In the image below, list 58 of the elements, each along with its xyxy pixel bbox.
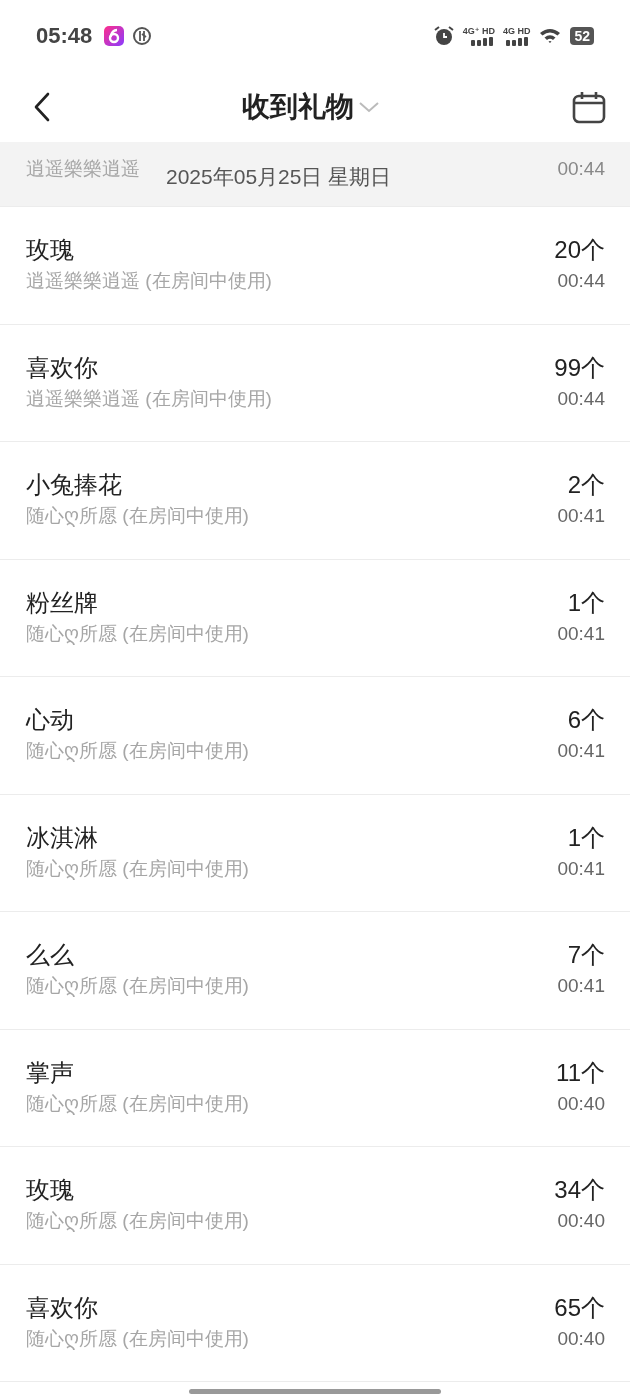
date-label: 2025年05月25日 星期日 [166, 164, 392, 190]
network-label: 4G⁺ HD [462, 26, 495, 36]
signal-icon [470, 37, 495, 46]
sender-name: 随心ღ所愿 (在房间中使用) [26, 621, 249, 646]
gift-time: 00:44 [557, 158, 605, 180]
sender-name: 逍遥樂樂逍遥 (在房间中使用) [26, 269, 272, 293]
gift-count: 65个 [554, 1292, 605, 1323]
gift-name: 粉丝牌 [26, 587, 99, 618]
sender-name: 逍遥樂樂逍遥 [26, 157, 140, 181]
gift-time: 00:41 [557, 504, 605, 528]
gift-name: 小兔捧花 [26, 470, 123, 500]
gift-name: 喜欢你 [26, 1292, 99, 1323]
alarm-icon [432, 25, 455, 47]
gift-time: 00:40 [557, 1091, 605, 1116]
gift-time: 00:40 [557, 1209, 605, 1233]
sender-name: 随心ღ所愿 (在房间中使用) [26, 856, 249, 881]
gift-count: 34个 [554, 1175, 605, 1205]
gift-name: 掌声 [26, 1057, 75, 1088]
gift-count: 99个 [554, 352, 605, 383]
gift-count: 7个 [567, 940, 605, 970]
status-time: 05:48 [36, 23, 93, 49]
circle-badge-icon [132, 26, 153, 46]
wifi-icon [538, 26, 563, 46]
gift-time: 00:41 [557, 739, 605, 763]
signal-icon [506, 37, 531, 46]
gift-name: 喜欢你 [26, 352, 99, 383]
gift-time: 00:44 [557, 269, 605, 293]
sender-name: 随心ღ所愿 (在房间中使用) [26, 1209, 249, 1233]
sender-name: 随心ღ所愿 (在房间中使用) [26, 739, 249, 763]
gift-time: 00:41 [557, 856, 605, 881]
sender-name: 逍遥樂樂逍遥 (在房间中使用) [26, 386, 272, 411]
back-button[interactable] [34, 92, 50, 122]
sender-name: 随心ღ所愿 (在房间中使用) [26, 504, 249, 528]
gift-count: 20个 [554, 235, 605, 265]
app-notification-icon [104, 26, 125, 46]
gift-name: 玫瑰 [26, 235, 75, 265]
sender-name: 随心ღ所愿 (在房间中使用) [26, 1326, 249, 1351]
gift-count: 11个 [556, 1057, 605, 1088]
gift-time: 00:40 [557, 1326, 605, 1351]
battery-icon: 52 [570, 27, 594, 45]
gift-time: 00:44 [557, 386, 605, 411]
network-label: 4G HD [502, 26, 531, 36]
gift-name: 么么 [26, 940, 75, 970]
gift-time: 00:41 [557, 621, 605, 646]
gift-count: 1个 [567, 587, 605, 618]
gift-name: 冰淇淋 [26, 822, 99, 853]
sender-name: 随心ღ所愿 (在房间中使用) [26, 974, 249, 998]
gift-count: 6个 [567, 705, 605, 735]
gift-time: 00:41 [557, 974, 605, 998]
gift-name: 玫瑰 [26, 1175, 75, 1205]
gift-count: 2个 [567, 470, 605, 500]
gift-count: 1个 [567, 822, 605, 853]
gift-name: 心动 [26, 705, 75, 735]
title-dropdown[interactable]: 收到礼物 [242, 88, 380, 126]
sender-name: 随心ღ所愿 (在房间中使用) [26, 1091, 249, 1116]
calendar-button[interactable] [572, 90, 606, 124]
caret-icon [358, 101, 380, 113]
home-indicator[interactable] [189, 1388, 441, 1394]
